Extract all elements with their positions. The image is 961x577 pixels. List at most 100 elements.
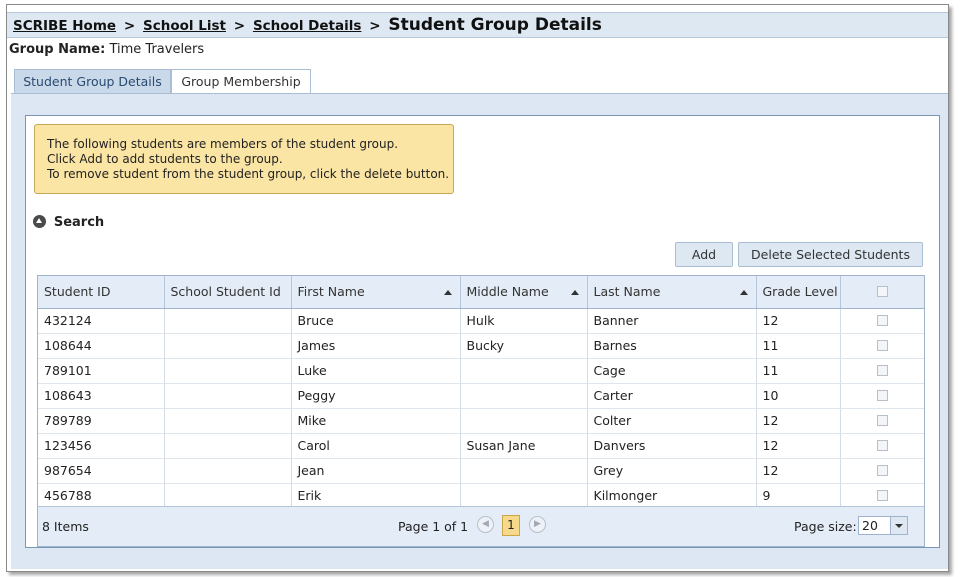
row-select-cell (840, 333, 924, 359)
select-all-checkbox[interactable] (876, 286, 888, 298)
table-cell: 12 (756, 308, 841, 334)
breadcrumb-link-school-details[interactable]: School Details (253, 18, 361, 34)
table-row[interactable]: 987654 Jean Grey 12 (38, 458, 924, 484)
table-cell: 108644 (38, 333, 165, 359)
table-cell (460, 358, 588, 384)
table-row[interactable]: 108644 James Bucky Barnes 11 (38, 333, 924, 359)
table-row[interactable]: 123456 Carol Susan Jane Danvers 12 (38, 433, 924, 459)
breadcrumb-link-school-list[interactable]: School List (143, 18, 226, 34)
table-cell (164, 433, 292, 459)
breadcrumb-link-home[interactable]: SCRIBE Home (13, 18, 116, 34)
table-row[interactable]: 789101 Luke Cage 11 (38, 358, 924, 384)
breadcrumb: SCRIBE Home > School List > School Detai… (7, 12, 948, 38)
search-toggle[interactable]: Search (33, 215, 104, 233)
app-window: SCRIBE Home > School List > School Detai… (6, 4, 949, 572)
row-checkbox[interactable] (876, 440, 888, 451)
column-header-middle-name[interactable]: Middle Name (460, 276, 588, 309)
page-size-value: 20 (862, 518, 878, 533)
column-header-label: Middle Name (466, 284, 549, 300)
expand-circle-icon (33, 215, 46, 228)
column-header-grade-level[interactable]: Grade Level (756, 276, 841, 309)
column-header-school-student-id[interactable]: School Student Id (164, 276, 292, 309)
table-cell: James (291, 333, 461, 359)
table-cell: 12 (756, 433, 841, 459)
info-line: The following students are members of th… (47, 137, 399, 151)
search-label: Search (53, 215, 105, 230)
table-row[interactable]: 108643 Peggy Carter 10 (38, 383, 924, 409)
table-cell: Colter (587, 408, 757, 434)
table-row[interactable]: 789789 Mike Colter 12 (38, 408, 924, 434)
previous-page-icon[interactable]: ◀ (477, 516, 494, 533)
students-table: Student ID School Student Id First Name Mid… (38, 276, 924, 509)
column-header-select-all (840, 276, 924, 309)
sort-ascending-icon (570, 290, 579, 295)
row-select-cell (840, 383, 924, 409)
group-name-label: Group Name: (9, 42, 106, 57)
column-header-student-id[interactable]: Student ID (38, 276, 165, 309)
sort-ascending-icon (443, 290, 452, 295)
table-cell: 987654 (38, 458, 165, 484)
table-cell: 789789 (38, 408, 165, 434)
row-checkbox[interactable] (876, 465, 888, 476)
row-select-cell (840, 483, 924, 509)
row-checkbox[interactable] (876, 340, 888, 351)
table-cell: Luke (291, 358, 461, 384)
pager: 8 Items Page 1 of 1 ◀ 1 ▶ Page size: 20 (38, 506, 924, 546)
row-select-cell (840, 308, 924, 334)
table-cell: 123456 (38, 433, 165, 459)
table-cell: Barnes (587, 333, 757, 359)
table-cell: Susan Jane (460, 433, 588, 459)
page-size-label: Page size: (794, 519, 857, 534)
column-header-label: School Student Id (170, 284, 281, 300)
row-checkbox[interactable] (876, 315, 888, 326)
breadcrumb-separator: > (123, 18, 136, 34)
column-header-first-name[interactable]: First Name (291, 276, 461, 309)
table-cell: Jean (291, 458, 461, 484)
row-checkbox[interactable] (876, 490, 888, 501)
tab-content-panel: The following students are members of th… (11, 93, 948, 569)
row-checkbox[interactable] (876, 365, 888, 376)
row-select-cell (840, 408, 924, 434)
table-cell: 789101 (38, 358, 165, 384)
page-title: Student Group Details (388, 15, 602, 35)
tab-group-membership[interactable]: Group Membership (171, 69, 311, 95)
table-cell (164, 458, 292, 484)
column-header-last-name[interactable]: Last Name (587, 276, 757, 309)
table-header-row: Student ID School Student Id First Name Mid… (38, 276, 924, 309)
table-cell: 10 (756, 383, 841, 409)
column-header-label: Grade Level (762, 284, 838, 300)
table-cell: Cage (587, 358, 757, 384)
table-cell: Bucky (460, 333, 588, 359)
breadcrumb-separator: > (369, 18, 381, 34)
table-cell: Mike (291, 408, 461, 434)
table-cell (164, 383, 292, 409)
table-cell (460, 483, 588, 509)
next-page-icon[interactable]: ▶ (529, 516, 546, 533)
row-checkbox[interactable] (876, 390, 888, 401)
tab-student-group-details[interactable]: Student Group Details (14, 69, 171, 94)
table-row[interactable]: 432124 Bruce Hulk Banner 12 (38, 308, 924, 334)
row-checkbox[interactable] (876, 415, 888, 426)
table-cell: Erik (291, 483, 461, 509)
row-select-cell (840, 358, 924, 384)
table-cell (460, 383, 588, 409)
page-number-button[interactable]: 1 (502, 515, 520, 536)
table-cell: Bruce (291, 308, 461, 334)
page-info: Page 1 of 1 (398, 519, 469, 534)
page-size-select[interactable]: 20 (858, 516, 908, 535)
sort-ascending-icon (739, 290, 748, 295)
chevron-down-icon[interactable] (890, 517, 907, 534)
students-grid: Student ID School Student Id First Name Mid… (37, 275, 925, 547)
table-cell: Hulk (460, 308, 588, 334)
group-name: Group Name: Time Travelers (9, 42, 204, 57)
column-header-label: First Name (297, 284, 365, 300)
table-cell: 456788 (38, 483, 165, 509)
add-button[interactable]: Add (675, 242, 733, 267)
table-cell (164, 358, 292, 384)
info-message: The following students are members of th… (34, 124, 454, 194)
table-row[interactable]: 456788 Erik Kilmonger 9 (38, 483, 924, 509)
table-cell: Banner (587, 308, 757, 334)
group-name-value: Time Travelers (109, 42, 205, 57)
delete-selected-button[interactable]: Delete Selected Students (738, 242, 923, 267)
table-cell: 12 (756, 408, 841, 434)
